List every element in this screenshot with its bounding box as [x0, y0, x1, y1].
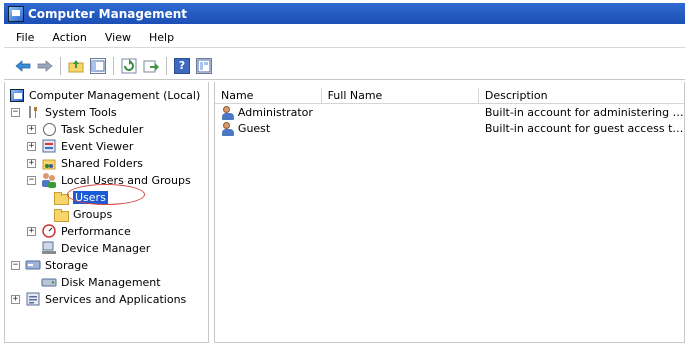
tree-item-label: Storage — [45, 258, 89, 272]
column-header-description[interactable]: Description — [479, 88, 684, 103]
cell-full-name — [322, 105, 479, 121]
toolbar-separator — [60, 56, 61, 75]
cell-description: Built-in account for guest access to t..… — [484, 122, 684, 135]
collapse-toggle[interactable]: − — [27, 175, 36, 185]
storage-icon — [25, 257, 41, 273]
tree-item-performance[interactable]: + Performance — [27, 223, 131, 239]
user-icon — [221, 105, 237, 121]
tree-item-disk-management[interactable]: Disk Management — [41, 274, 161, 290]
tree-item-label: Event Viewer — [61, 139, 134, 153]
export-list-icon[interactable] — [143, 58, 159, 74]
tools-icon — [25, 104, 41, 120]
column-header-full-name[interactable]: Full Name — [322, 88, 479, 103]
disk-management-icon — [41, 274, 57, 290]
table-row[interactable]: Administrator Built-in account for admin… — [215, 105, 684, 121]
tree-item-label: Device Manager — [61, 241, 151, 255]
tree-item-device-manager[interactable]: Device Manager — [41, 240, 150, 256]
tree-item-task-scheduler[interactable]: + Task Scheduler — [27, 121, 143, 137]
up-folder-icon[interactable] — [68, 58, 84, 74]
shared-folder-icon — [41, 155, 57, 171]
table-row[interactable]: Guest Built-in account for guest access … — [215, 121, 684, 137]
menu-help[interactable]: Help — [140, 31, 183, 44]
tree-item-label: Shared Folders — [61, 156, 143, 170]
toolbar-separator — [166, 56, 167, 75]
window-title: Computer Management — [28, 6, 187, 21]
tree-item-label: Task Scheduler — [61, 122, 144, 136]
tree-item-label: Computer Management (Local) — [29, 88, 201, 102]
user-icon — [221, 121, 237, 137]
menu-bar: File Action View Help — [4, 27, 685, 48]
collapse-toggle[interactable]: − — [11, 107, 20, 117]
services-icon — [25, 291, 41, 307]
menu-file[interactable]: File — [4, 31, 43, 44]
back-icon[interactable] — [15, 58, 31, 74]
console-tree: Computer Management (Local) − System Too… — [4, 82, 209, 343]
cell-full-name — [322, 121, 479, 137]
folder-icon — [53, 206, 69, 222]
expand-toggle[interactable]: + — [27, 124, 36, 134]
annotation-highlight-oval — [67, 184, 145, 205]
cell-description: Built-in account for administering the..… — [484, 106, 684, 119]
list-header: Name Full Name Description — [215, 88, 684, 104]
tree-item-services-apps[interactable]: + Services and Applications — [11, 291, 186, 307]
tree-item-system-tools[interactable]: − System Tools — [11, 104, 117, 120]
tree-item-groups[interactable]: Groups — [53, 206, 112, 222]
show-hide-tree-icon[interactable] — [90, 57, 106, 74]
tree-item-event-viewer[interactable]: + Event Viewer — [27, 138, 133, 154]
event-viewer-icon — [41, 138, 57, 154]
cell-name: Administrator — [237, 106, 313, 119]
expand-toggle[interactable]: + — [27, 226, 36, 236]
device-manager-icon — [41, 240, 57, 256]
computer-management-icon — [8, 5, 24, 22]
performance-icon — [41, 223, 57, 239]
expand-toggle[interactable]: + — [11, 294, 20, 304]
expand-toggle[interactable]: + — [27, 141, 36, 151]
collapse-toggle[interactable]: − — [11, 260, 20, 270]
properties-icon[interactable] — [196, 57, 212, 74]
forward-icon[interactable] — [37, 58, 53, 74]
clock-icon — [41, 121, 57, 137]
column-header-name[interactable]: Name — [215, 88, 322, 103]
users-groups-icon — [41, 172, 57, 188]
tree-item-label: Disk Management — [61, 275, 161, 289]
tree-item-root[interactable]: Computer Management (Local) — [9, 87, 200, 103]
tree-item-storage[interactable]: − Storage — [11, 257, 88, 273]
menu-action[interactable]: Action — [43, 31, 95, 44]
users-list-view: Name Full Name Description Administrator… — [214, 82, 685, 343]
tree-item-label: Services and Applications — [45, 292, 187, 306]
tree-item-shared-folders[interactable]: + Shared Folders — [27, 155, 143, 171]
folder-icon — [53, 189, 69, 205]
title-bar[interactable]: Computer Management — [4, 3, 685, 24]
toolbar-separator — [113, 56, 114, 75]
tree-item-label: System Tools — [45, 105, 117, 119]
expand-toggle[interactable]: + — [27, 158, 36, 168]
tree-item-label: Performance — [61, 224, 131, 238]
cell-name: Guest — [237, 122, 271, 135]
computer-management-window: Computer Management File Action View Hel… — [4, 3, 685, 343]
refresh-icon[interactable] — [121, 58, 137, 74]
help-icon[interactable]: ? — [174, 57, 190, 74]
tree-item-label: Groups — [73, 207, 113, 221]
toolbar: ? — [4, 52, 685, 80]
menu-view[interactable]: View — [96, 31, 140, 44]
computer-management-icon — [9, 87, 25, 103]
